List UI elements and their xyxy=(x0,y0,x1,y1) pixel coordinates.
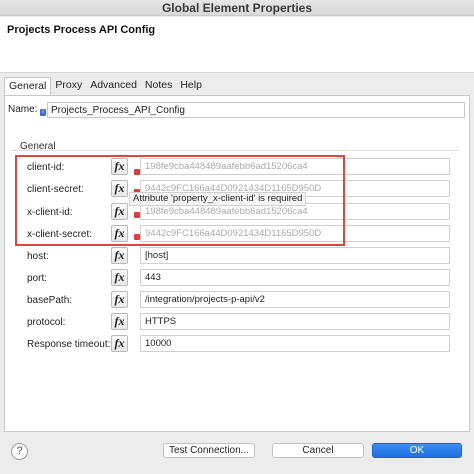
name-label: Name: xyxy=(8,104,38,115)
tab-notes[interactable]: Notes xyxy=(141,77,176,95)
validation-tooltip: Attribute 'property_x-client-id' is requ… xyxy=(129,192,307,206)
response-timeout-input[interactable] xyxy=(140,335,450,352)
info-icon: i xyxy=(40,109,46,116)
protocol-label: protocol: xyxy=(27,317,66,328)
protocol-input[interactable] xyxy=(140,313,450,330)
tab-advanced[interactable]: Advanced xyxy=(86,77,141,95)
test-connection-button[interactable]: Test Connection... xyxy=(163,443,255,458)
response-timeout-label: Response timeout: xyxy=(27,339,111,350)
host-label: host: xyxy=(27,251,49,262)
help-icon[interactable]: ? xyxy=(11,443,28,460)
basepath-label: basePath: xyxy=(27,295,73,306)
host-input[interactable] xyxy=(140,247,450,264)
tab-bar: General Proxy Advanced Notes Help xyxy=(4,77,206,95)
port-input[interactable] xyxy=(140,269,450,286)
title-bar[interactable]: Global Element Properties xyxy=(0,0,474,16)
general-group-label: General xyxy=(20,141,56,152)
protocol-fx-button[interactable]: fx xyxy=(111,313,128,330)
general-group-separator xyxy=(11,150,459,151)
response-timeout-fx-button[interactable]: fx xyxy=(111,335,128,352)
ok-button[interactable]: OK xyxy=(372,443,462,458)
tab-general[interactable]: General xyxy=(4,77,52,95)
dialog-heading: Projects Process API Config xyxy=(7,24,156,36)
tab-help[interactable]: Help xyxy=(176,77,206,95)
basepath-fx-button[interactable]: fx xyxy=(111,291,128,308)
window-title: Global Element Properties xyxy=(161,1,313,15)
port-fx-button[interactable]: fx xyxy=(111,269,128,286)
basepath-input[interactable] xyxy=(140,291,450,308)
cancel-button[interactable]: Cancel xyxy=(272,443,364,458)
dialog-header: Projects Process API Config xyxy=(0,17,474,73)
port-label: port: xyxy=(27,273,48,284)
name-input[interactable] xyxy=(47,102,465,118)
host-fx-button[interactable]: fx xyxy=(111,247,128,264)
tab-proxy[interactable]: Proxy xyxy=(51,77,86,95)
global-element-properties-dialog: Global Element Properties Projects Proce… xyxy=(0,0,474,474)
